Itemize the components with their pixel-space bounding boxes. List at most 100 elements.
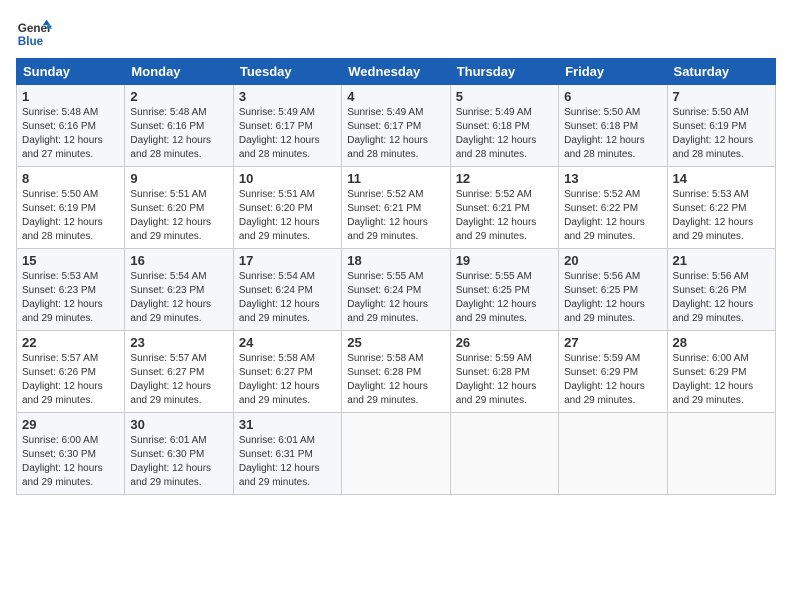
page-header: General Blue [16, 16, 776, 52]
day-info-text: Sunrise: 5:48 AM Sunset: 6:16 PM Dayligh… [130, 106, 227, 162]
day-number: 9 [130, 171, 227, 186]
day-cell-4: 4 Sunrise: 5:49 AM Sunset: 6:17 PM Daylig… [342, 85, 450, 167]
day-info-text: Sunrise: 5:49 AM Sunset: 6:17 PM Dayligh… [239, 106, 336, 162]
day-info-text: Sunrise: 5:52 AM Sunset: 6:21 PM Dayligh… [456, 188, 553, 244]
calendar-week-row: 29 Sunrise: 6:00 AM Sunset: 6:30 PM Dayli… [17, 413, 776, 495]
day-info-text: Sunrise: 5:50 AM Sunset: 6:18 PM Dayligh… [564, 106, 661, 162]
column-header-monday: Monday [125, 59, 233, 85]
day-number: 15 [22, 253, 119, 268]
day-info-text: Sunrise: 6:01 AM Sunset: 6:31 PM Dayligh… [239, 434, 336, 490]
day-info-text: Sunrise: 5:54 AM Sunset: 6:24 PM Dayligh… [239, 270, 336, 326]
day-info-text: Sunrise: 5:48 AM Sunset: 6:16 PM Dayligh… [22, 106, 119, 162]
day-info-text: Sunrise: 5:52 AM Sunset: 6:22 PM Dayligh… [564, 188, 661, 244]
day-info-text: Sunrise: 5:55 AM Sunset: 6:24 PM Dayligh… [347, 270, 444, 326]
day-number: 30 [130, 417, 227, 432]
day-cell-26: 26 Sunrise: 5:59 AM Sunset: 6:28 PM Dayli… [450, 331, 558, 413]
day-number: 29 [22, 417, 119, 432]
day-cell-18: 18Sunrise: 5:55 AM Sunset: 6:24 PM Dayli… [342, 249, 450, 331]
empty-day-cell [667, 413, 775, 495]
day-number: 6 [564, 89, 661, 104]
calendar-week-row: 15 Sunrise: 5:53 AM Sunset: 6:23 PM Dayli… [17, 249, 776, 331]
empty-day-cell [342, 413, 450, 495]
day-info-text: Sunrise: 5:57 AM Sunset: 6:27 PM Dayligh… [130, 352, 227, 408]
day-info-text: Sunrise: 5:49 AM Sunset: 6:17 PM Dayligh… [347, 106, 444, 162]
day-cell-13: 13 Sunrise: 5:52 AM Sunset: 6:22 PM Dayli… [559, 167, 667, 249]
calendar-week-row: 1 Sunrise: 5:48 AM Sunset: 6:16 PM Daylig… [17, 85, 776, 167]
day-cell-23: 23Sunrise: 5:57 AM Sunset: 6:27 PM Dayli… [125, 331, 233, 413]
day-number: 3 [239, 89, 336, 104]
day-cell-14: 14 Sunrise: 5:53 AM Sunset: 6:22 PM Dayli… [667, 167, 775, 249]
day-info-text: Sunrise: 5:51 AM Sunset: 6:20 PM Dayligh… [130, 188, 227, 244]
day-cell-30: 30 Sunrise: 6:01 AM Sunset: 6:30 PM Dayli… [125, 413, 233, 495]
empty-day-cell [559, 413, 667, 495]
day-info-text: Sunrise: 5:59 AM Sunset: 6:28 PM Dayligh… [456, 352, 553, 408]
day-number: 8 [22, 171, 119, 186]
day-number: 16 [130, 253, 227, 268]
day-number: 25 [347, 335, 444, 350]
day-cell-16: 16 Sunrise: 5:54 AM Sunset: 6:23 PM Dayli… [125, 249, 233, 331]
day-number: 28 [673, 335, 770, 350]
day-info-text: Sunrise: 5:56 AM Sunset: 6:26 PM Dayligh… [673, 270, 770, 326]
day-cell-29: 29 Sunrise: 6:00 AM Sunset: 6:30 PM Dayli… [17, 413, 125, 495]
column-header-sunday: Sunday [17, 59, 125, 85]
day-cell-1: 1 Sunrise: 5:48 AM Sunset: 6:16 PM Daylig… [17, 85, 125, 167]
svg-text:Blue: Blue [18, 35, 44, 48]
day-info-text: Sunrise: 5:53 AM Sunset: 6:22 PM Dayligh… [673, 188, 770, 244]
day-cell-9: 9 Sunrise: 5:51 AM Sunset: 6:20 PM Daylig… [125, 167, 233, 249]
day-cell-20: 20 Sunrise: 5:56 AM Sunset: 6:25 PM Dayli… [559, 249, 667, 331]
day-cell-6: 6 Sunrise: 5:50 AM Sunset: 6:18 PM Daylig… [559, 85, 667, 167]
day-number: 11 [347, 171, 444, 186]
day-number: 22 [22, 335, 119, 350]
day-cell-17: 17 Sunrise: 5:54 AM Sunset: 6:24 PM Dayli… [233, 249, 341, 331]
empty-day-cell [450, 413, 558, 495]
day-number: 5 [456, 89, 553, 104]
day-info-text: Sunrise: 6:00 AM Sunset: 6:30 PM Dayligh… [22, 434, 119, 490]
day-number: 13 [564, 171, 661, 186]
calendar-week-row: 8 Sunrise: 5:50 AM Sunset: 6:19 PM Daylig… [17, 167, 776, 249]
day-cell-31: 31 Sunrise: 6:01 AM Sunset: 6:31 PM Dayli… [233, 413, 341, 495]
day-number: 2 [130, 89, 227, 104]
day-info-text: Sunrise: 5:53 AM Sunset: 6:23 PM Dayligh… [22, 270, 119, 326]
day-number: 26 [456, 335, 553, 350]
day-info-text: Sunrise: 5:54 AM Sunset: 6:23 PM Dayligh… [130, 270, 227, 326]
day-cell-21: 21 Sunrise: 5:56 AM Sunset: 6:26 PM Dayli… [667, 249, 775, 331]
day-number: 14 [673, 171, 770, 186]
day-info-text: Sunrise: 5:52 AM Sunset: 6:21 PM Dayligh… [347, 188, 444, 244]
day-info-text: Sunrise: 5:57 AM Sunset: 6:26 PM Dayligh… [22, 352, 119, 408]
day-cell-12: 12Sunrise: 5:52 AM Sunset: 6:21 PM Dayli… [450, 167, 558, 249]
day-number: 27 [564, 335, 661, 350]
day-cell-3: 3 Sunrise: 5:49 AM Sunset: 6:17 PM Daylig… [233, 85, 341, 167]
day-number: 4 [347, 89, 444, 104]
day-cell-19: 19 Sunrise: 5:55 AM Sunset: 6:25 PM Dayli… [450, 249, 558, 331]
logo-icon: General Blue [16, 16, 52, 52]
day-number: 24 [239, 335, 336, 350]
day-number: 31 [239, 417, 336, 432]
column-header-thursday: Thursday [450, 59, 558, 85]
day-number: 10 [239, 171, 336, 186]
day-cell-8: 8 Sunrise: 5:50 AM Sunset: 6:19 PM Daylig… [17, 167, 125, 249]
day-info-text: Sunrise: 5:51 AM Sunset: 6:20 PM Dayligh… [239, 188, 336, 244]
day-number: 19 [456, 253, 553, 268]
day-info-text: Sunrise: 5:50 AM Sunset: 6:19 PM Dayligh… [22, 188, 119, 244]
day-cell-10: 10 Sunrise: 5:51 AM Sunset: 6:20 PM Dayli… [233, 167, 341, 249]
calendar-week-row: 22 Sunrise: 5:57 AM Sunset: 6:26 PM Dayli… [17, 331, 776, 413]
column-header-tuesday: Tuesday [233, 59, 341, 85]
column-header-wednesday: Wednesday [342, 59, 450, 85]
column-header-friday: Friday [559, 59, 667, 85]
day-info-text: Sunrise: 6:00 AM Sunset: 6:29 PM Dayligh… [673, 352, 770, 408]
day-number: 21 [673, 253, 770, 268]
day-number: 17 [239, 253, 336, 268]
day-cell-15: 15 Sunrise: 5:53 AM Sunset: 6:23 PM Dayli… [17, 249, 125, 331]
day-info-text: Sunrise: 5:58 AM Sunset: 6:28 PM Dayligh… [347, 352, 444, 408]
day-number: 20 [564, 253, 661, 268]
day-info-text: Sunrise: 5:58 AM Sunset: 6:27 PM Dayligh… [239, 352, 336, 408]
day-info-text: Sunrise: 5:59 AM Sunset: 6:29 PM Dayligh… [564, 352, 661, 408]
calendar-header-row: SundayMondayTuesdayWednesdayThursdayFrid… [17, 59, 776, 85]
day-number: 7 [673, 89, 770, 104]
day-info-text: Sunrise: 6:01 AM Sunset: 6:30 PM Dayligh… [130, 434, 227, 490]
day-info-text: Sunrise: 5:56 AM Sunset: 6:25 PM Dayligh… [564, 270, 661, 326]
day-number: 1 [22, 89, 119, 104]
day-info-text: Sunrise: 5:55 AM Sunset: 6:25 PM Dayligh… [456, 270, 553, 326]
day-cell-7: 7Sunrise: 5:50 AM Sunset: 6:19 PM Daylig… [667, 85, 775, 167]
calendar-table: SundayMondayTuesdayWednesdayThursdayFrid… [16, 58, 776, 495]
